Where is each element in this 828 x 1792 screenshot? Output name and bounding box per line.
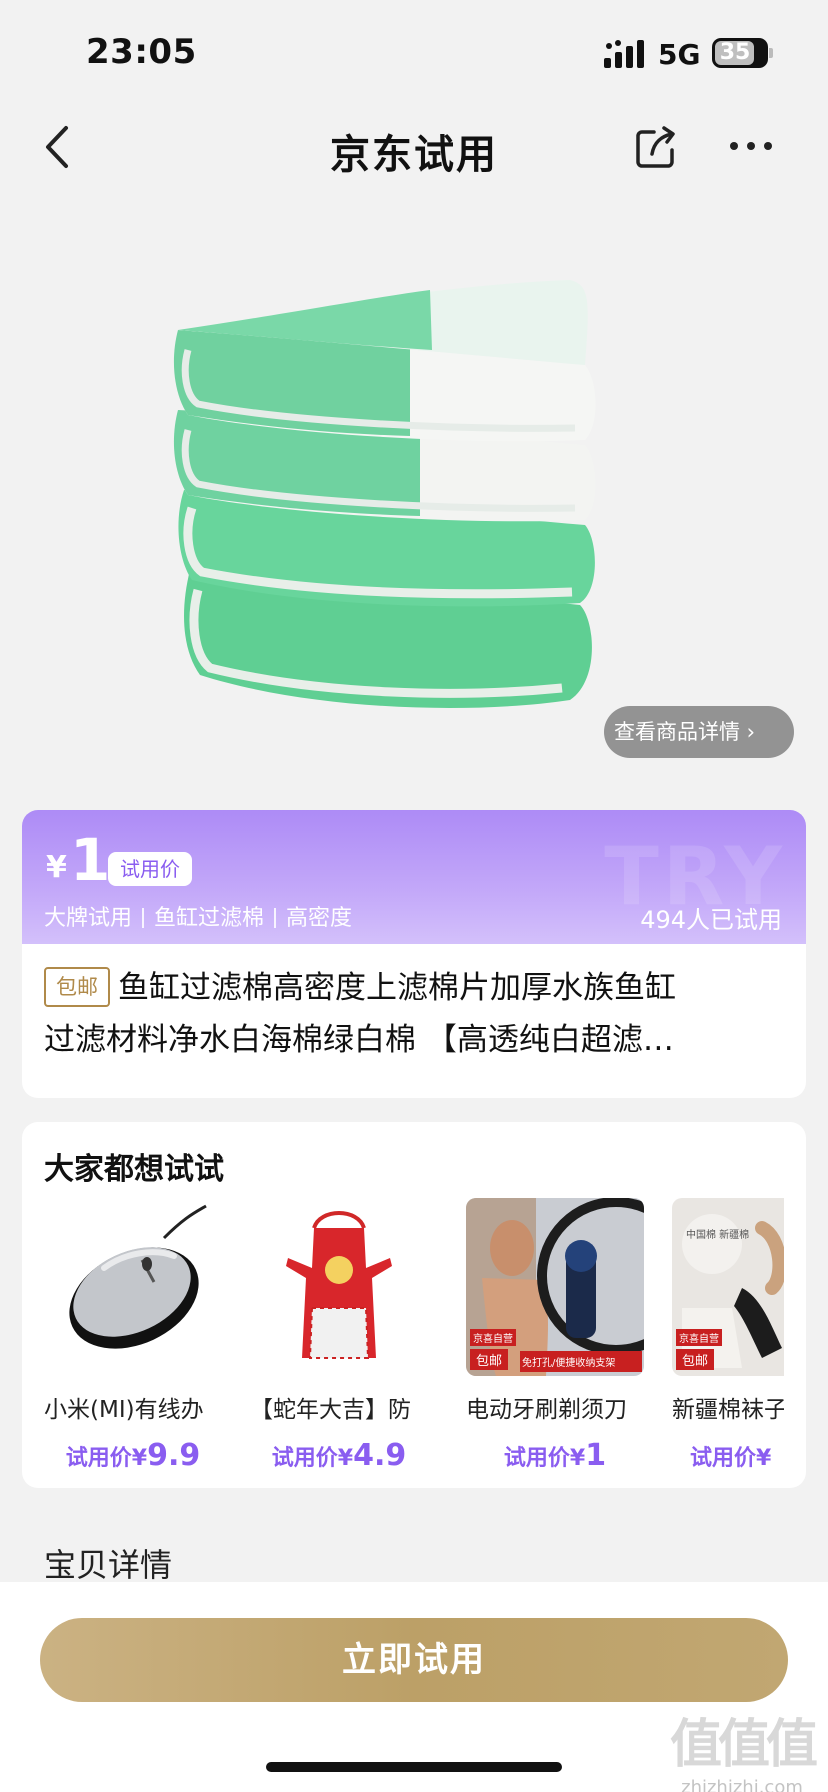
rec-item-name: 电动牙刷剃须刀 <box>466 1397 627 1423</box>
watermark-logo: 值值值 <box>670 1715 818 1775</box>
rec-item-name: 新疆棉袜子 <box>672 1397 784 1423</box>
view-details-button[interactable]: 查看商品详情 › <box>604 706 794 758</box>
rec-item-image: 中国棉 新疆棉 京喜自营 包邮 <box>672 1198 784 1376</box>
rec-item-badge: 包邮 <box>470 1349 509 1370</box>
apron-icon <box>286 1211 392 1359</box>
price-currency: ¥ <box>46 850 67 885</box>
rec-item-name: 【蛇年大吉】防 <box>250 1397 411 1423</box>
page-title: 京东试用 <box>330 132 498 178</box>
rec-item-price: 试用价¥ <box>690 1446 772 1471</box>
home-indicator[interactable] <box>266 1762 562 1772</box>
rec-item[interactable]: 中国棉 新疆棉 京喜自营 包邮 新疆棉袜子 试用价¥ <box>672 1198 784 1473</box>
product-image[interactable] <box>170 270 660 720</box>
rec-item-price: 试用价¥4.9 <box>271 1438 407 1473</box>
bottom-bar: 立即试用 值值值 zhizhizhi.com <box>0 1582 828 1792</box>
rec-item-image <box>44 1198 222 1376</box>
rec-item[interactable]: 小米(MI)有线办 试用价¥9.9 <box>44 1198 222 1473</box>
rec-item-image: 京喜自营 包邮 免打孔/便捷收纳支架 <box>466 1198 644 1376</box>
battery-icon: 35 <box>712 38 773 68</box>
rec-item[interactable]: 【蛇年大吉】防 试用价¥4.9 <box>250 1198 428 1473</box>
network-type: 5G <box>658 38 701 71</box>
title-line-2: 过滤材料净水白海棉绿白棉 【高透纯白超滤… <box>44 1022 674 1058</box>
rec-item-caption: 中国棉 新疆棉 <box>686 1230 750 1241</box>
rec-item-caption: 免打孔/便捷收纳支架 <box>520 1351 642 1372</box>
product-tags: 大牌试用 鱼缸过滤棉 高密度 <box>44 900 352 932</box>
battery-level: 35 <box>719 40 751 65</box>
mouse-icon <box>69 1204 207 1349</box>
recommend-heading: 大家都想试试 <box>44 1152 224 1187</box>
share-icon[interactable] <box>634 124 678 170</box>
rec-item-badge: 包邮 <box>676 1349 715 1370</box>
more-icon[interactable] <box>728 126 774 166</box>
rec-item-badge: 京喜自营 <box>676 1329 722 1346</box>
trial-count: 494人已试用 <box>640 906 782 934</box>
tag-item: 鱼缸过滤棉 <box>154 906 265 931</box>
rec-item-badge: 京喜自营 <box>470 1329 516 1346</box>
trial-price: 1 <box>70 826 111 894</box>
filter-pad-stack <box>173 280 596 708</box>
status-bar: 23:05 5G 35 <box>0 0 828 100</box>
free-shipping-badge: 包邮 <box>44 967 110 1007</box>
try-now-button[interactable]: 立即试用 <box>40 1618 788 1702</box>
nav-bar: 京东试用 <box>0 100 828 196</box>
tag-item: 大牌试用 <box>44 906 133 931</box>
watermark-url: zhizhizhi.com <box>681 1777 803 1792</box>
product-title[interactable]: 包邮 鱼缸过滤棉高密度上滤棉片加厚水族鱼缸 过滤材料净水白海棉绿白棉 【高透纯白超… <box>44 962 784 1066</box>
rec-item-price: 试用价¥9.9 <box>65 1438 201 1473</box>
signal-icon <box>604 40 644 68</box>
trial-price-tag: 试用价 <box>108 852 192 886</box>
product-detail-heading: 宝贝详情 <box>44 1546 173 1584</box>
rec-item[interactable]: 京喜自营 包邮 免打孔/便捷收纳支架 电动牙刷剃须刀 试用价¥1 <box>466 1198 644 1473</box>
price-band: TRY ¥ 1 试用价 大牌试用 鱼缸过滤棉 高密度 494人已试用 <box>22 810 806 944</box>
rec-item-price: 试用价¥1 <box>503 1438 607 1473</box>
recommend-section: 大家都想试试 小米(MI)有线办 试用价¥9.9 【蛇年大吉】防 试用价¥4.9… <box>22 1122 806 1488</box>
tag-item: 高密度 <box>286 906 353 931</box>
rec-item-image <box>250 1198 428 1376</box>
watermark: 值值值 zhizhizhi.com <box>670 1702 818 1792</box>
rec-item-name: 小米(MI)有线办 <box>44 1397 204 1423</box>
status-time: 23:05 <box>86 32 197 72</box>
trial-price-card: TRY ¥ 1 试用价 大牌试用 鱼缸过滤棉 高密度 494人已试用 包邮 鱼缸过滤棉… <box>22 810 806 1098</box>
title-line-1: 鱼缸过滤棉高密度上滤棉片加厚水族鱼缸 <box>118 970 676 1006</box>
